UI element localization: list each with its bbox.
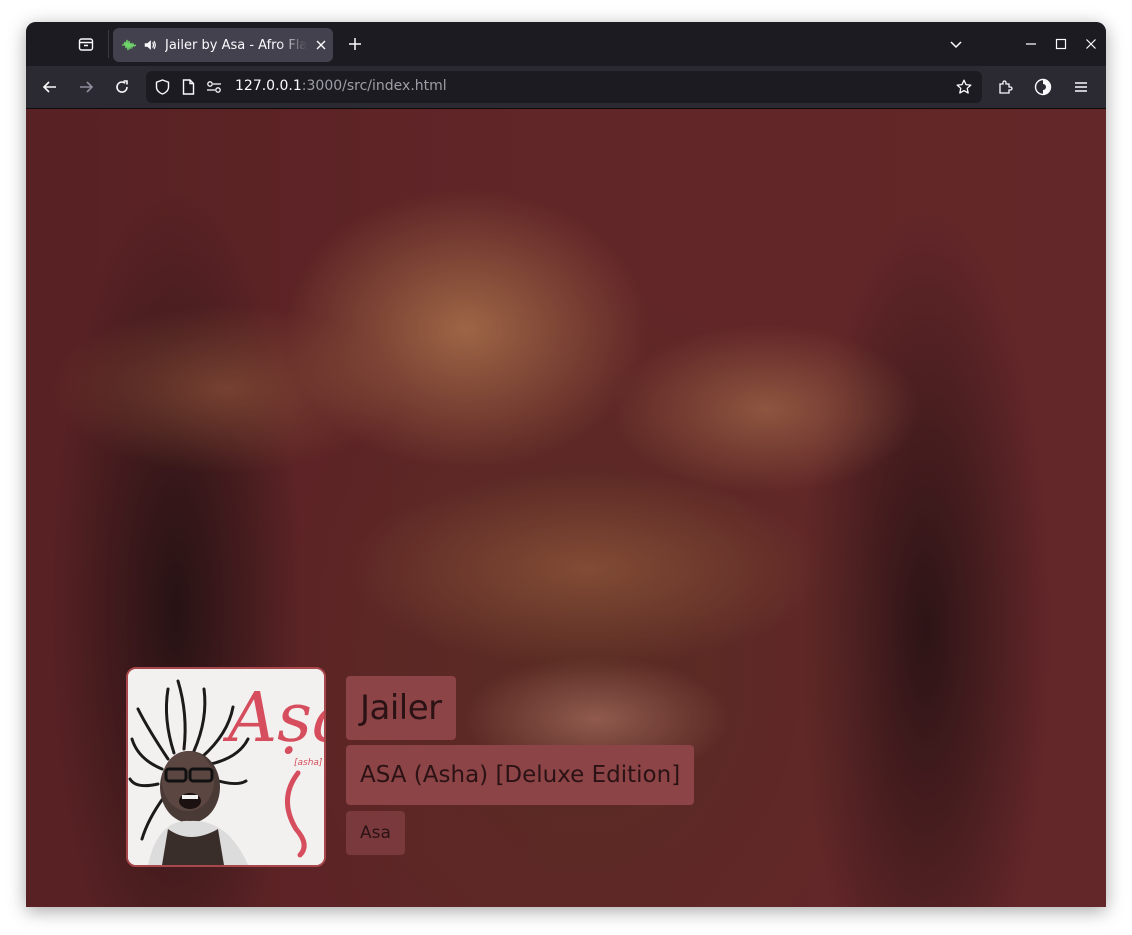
permissions-icon[interactable] [206,79,222,95]
album-cover-art: Aṣa [asha] [128,669,324,865]
page-background-image: Aṣa [asha] Jailer ASA (Asha) [Deluxe Edi… [26,109,1106,907]
forward-button[interactable] [74,75,98,99]
speaker-icon[interactable] [143,37,159,53]
url-path: :3000/src/index.html [301,78,447,94]
account-button[interactable] [1031,75,1055,99]
page-icon[interactable] [180,79,196,95]
track-title: Jailer [346,676,456,740]
tab-title: Jailer by Asa - Afro Flava [165,37,307,53]
tab-close-icon[interactable] [313,37,329,53]
browser-window: Jailer by Asa - Afro Flava [26,22,1106,907]
album-cover: Aṣa [asha] [126,667,326,867]
plus-icon [349,38,361,50]
new-tab-button[interactable] [345,34,365,54]
audio-wave-favicon-icon [121,37,137,53]
extensions-button[interactable] [994,75,1018,99]
minimize-icon [1026,43,1036,45]
url-text[interactable]: 127.0.0.1:3000/src/index.html [235,78,447,94]
navigation-toolbar: 127.0.0.1:3000/src/index.html [26,66,1106,109]
maximize-button[interactable] [1051,34,1071,54]
account-icon [1034,78,1052,96]
firefox-view-button[interactable] [74,32,98,56]
reload-button[interactable] [110,75,134,99]
window-close-button[interactable] [1081,34,1101,54]
url-bar[interactable]: 127.0.0.1:3000/src/index.html [146,71,982,103]
close-icon [1086,39,1096,49]
bookmark-star-icon[interactable] [956,79,972,95]
puzzle-icon [999,80,1013,94]
tab-strip: Jailer by Asa - Afro Flava [26,22,1106,66]
maximize-icon [1055,38,1067,50]
reload-icon [116,80,128,93]
cover-sub-text: [asha] [294,758,323,768]
list-all-tabs-button[interactable] [946,34,966,54]
chevron-down-icon [950,41,962,49]
menu-button[interactable] [1069,75,1093,99]
tab-separator [108,30,109,58]
hamburger-menu-icon [1075,82,1087,92]
firefox-view-icon [78,38,94,51]
arrow-right-icon [80,81,94,93]
shield-icon[interactable] [154,79,170,95]
album-name: ASA (Asha) [Deluxe Edition] [346,745,695,805]
tab-active[interactable]: Jailer by Asa - Afro Flava [113,28,333,62]
arrow-left-icon [42,81,56,93]
back-button[interactable] [38,75,62,99]
cover-logo-text: Aṣa [222,679,324,758]
url-host: 127.0.0.1 [235,78,302,94]
minimize-button[interactable] [1021,34,1041,54]
artist-name: Asa [346,811,405,855]
